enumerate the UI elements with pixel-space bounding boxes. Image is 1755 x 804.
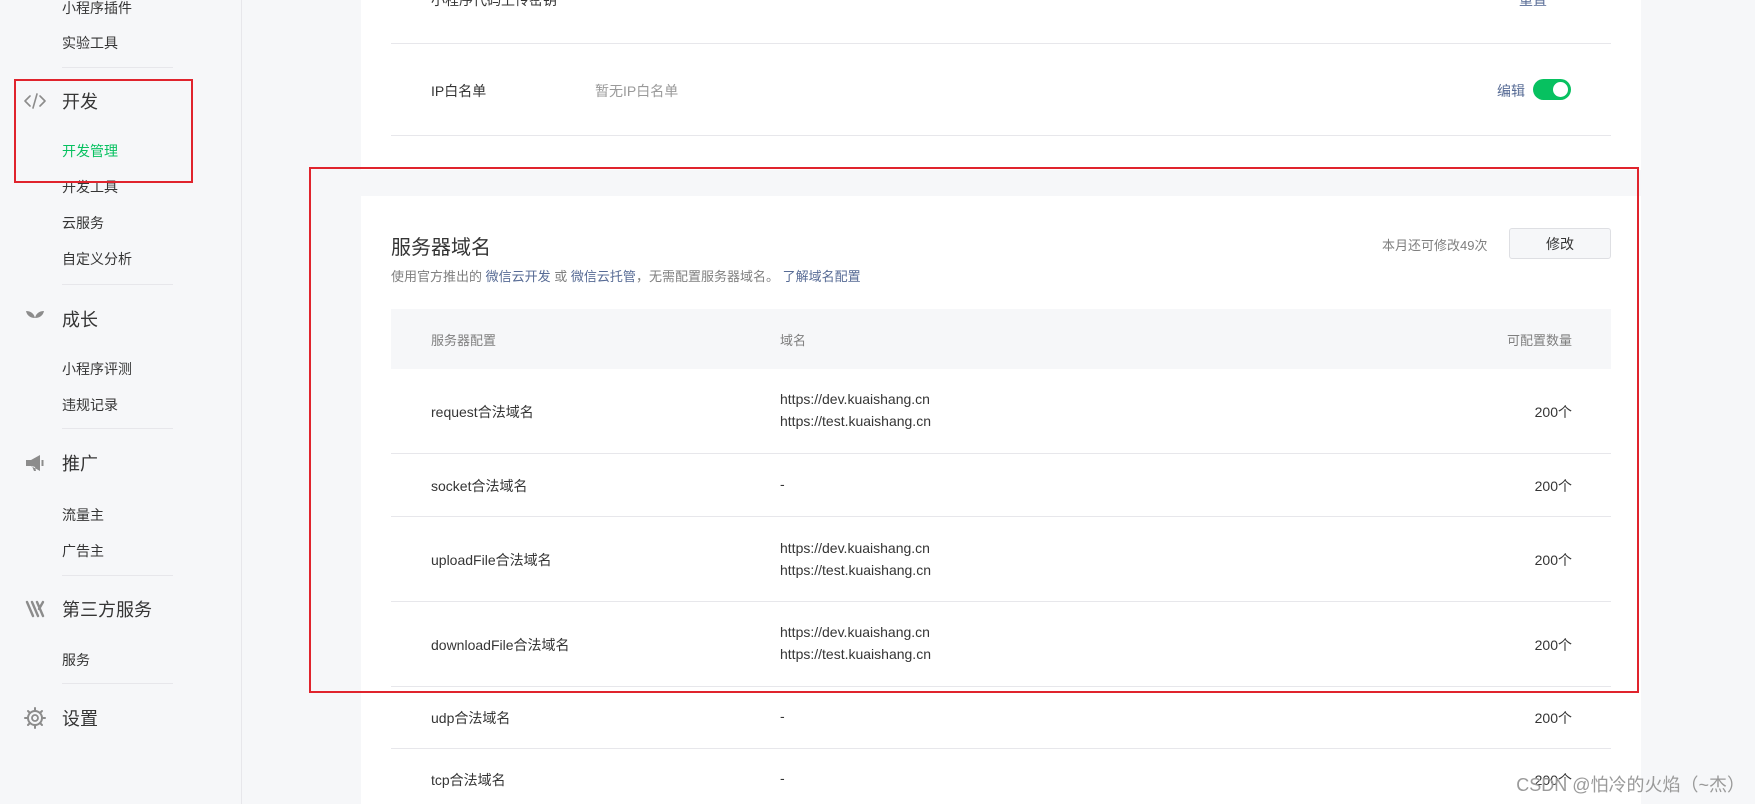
config-name: udp合法域名 <box>431 710 511 726</box>
sprout-icon <box>24 308 46 330</box>
sidebar-item-cloud-service[interactable]: 云服务 <box>62 213 104 233</box>
sidebar-item-violations[interactable]: 违规记录 <box>62 395 118 415</box>
watermark: CSDN @怕冷的火焰（~杰） <box>1516 775 1745 795</box>
third-party-icon <box>24 598 46 620</box>
domain-list: - <box>780 705 785 727</box>
sidebar-divider <box>62 575 173 576</box>
ip-whitelist-edit-link[interactable]: 编辑 <box>1497 81 1525 101</box>
highlight-box-sidebar <box>14 79 193 183</box>
upload-key-label: 小程序代码上传密钥 <box>431 0 557 8</box>
sidebar-group-label: 推广 <box>62 454 98 474</box>
sidebar-group-growth[interactable]: 成长 <box>24 307 98 331</box>
sidebar-group-third-party[interactable]: 第三方服务 <box>24 597 152 621</box>
sidebar-group-label: 设置 <box>62 709 98 729</box>
ip-whitelist-value: 暂无IP白名单 <box>595 83 679 99</box>
sidebar-divider <box>62 683 173 684</box>
ip-whitelist-label: IP白名单 <box>431 83 487 99</box>
sidebar-divider <box>62 428 173 429</box>
domain-value: - <box>780 708 785 724</box>
sidebar-item-custom-analysis[interactable]: 自定义分析 <box>62 249 132 269</box>
sidebar-divider <box>62 284 173 285</box>
dev-settings-card <box>361 0 1641 170</box>
divider <box>391 43 1611 44</box>
sidebar-item-services[interactable]: 服务 <box>62 650 90 670</box>
highlight-box-server-domain <box>309 167 1639 693</box>
sidebar-item-advertiser[interactable]: 广告主 <box>62 541 104 561</box>
ip-whitelist-toggle[interactable] <box>1533 79 1571 100</box>
megaphone-icon <box>24 452 46 474</box>
sidebar-item-traffic-owner[interactable]: 流量主 <box>62 505 104 525</box>
sidebar-item-lab-tools[interactable]: 实验工具 <box>62 33 118 53</box>
table-row: udp合法域名 - 200个 <box>391 687 1611 749</box>
sidebar-divider <box>62 67 173 68</box>
toggle-knob <box>1553 82 1568 97</box>
domain-count: 200个 <box>1534 710 1572 726</box>
table-row: tcp合法域名 - 200个 <box>391 749 1611 804</box>
domain-list: - <box>780 767 785 789</box>
sidebar-group-label: 第三方服务 <box>62 600 152 620</box>
sidebar-item-plugins[interactable]: 小程序插件 <box>62 0 132 18</box>
sidebar-group-label: 成长 <box>62 310 98 330</box>
sidebar-group-promotion[interactable]: 推广 <box>24 451 98 475</box>
sidebar-item-evaluation[interactable]: 小程序评测 <box>62 359 132 379</box>
reset-link[interactable]: 重置 <box>1519 0 1547 10</box>
config-name: tcp合法域名 <box>431 772 506 788</box>
sidebar-group-settings[interactable]: 设置 <box>24 706 98 730</box>
gear-icon <box>24 707 46 729</box>
divider <box>391 135 1611 136</box>
domain-value: - <box>780 770 785 786</box>
